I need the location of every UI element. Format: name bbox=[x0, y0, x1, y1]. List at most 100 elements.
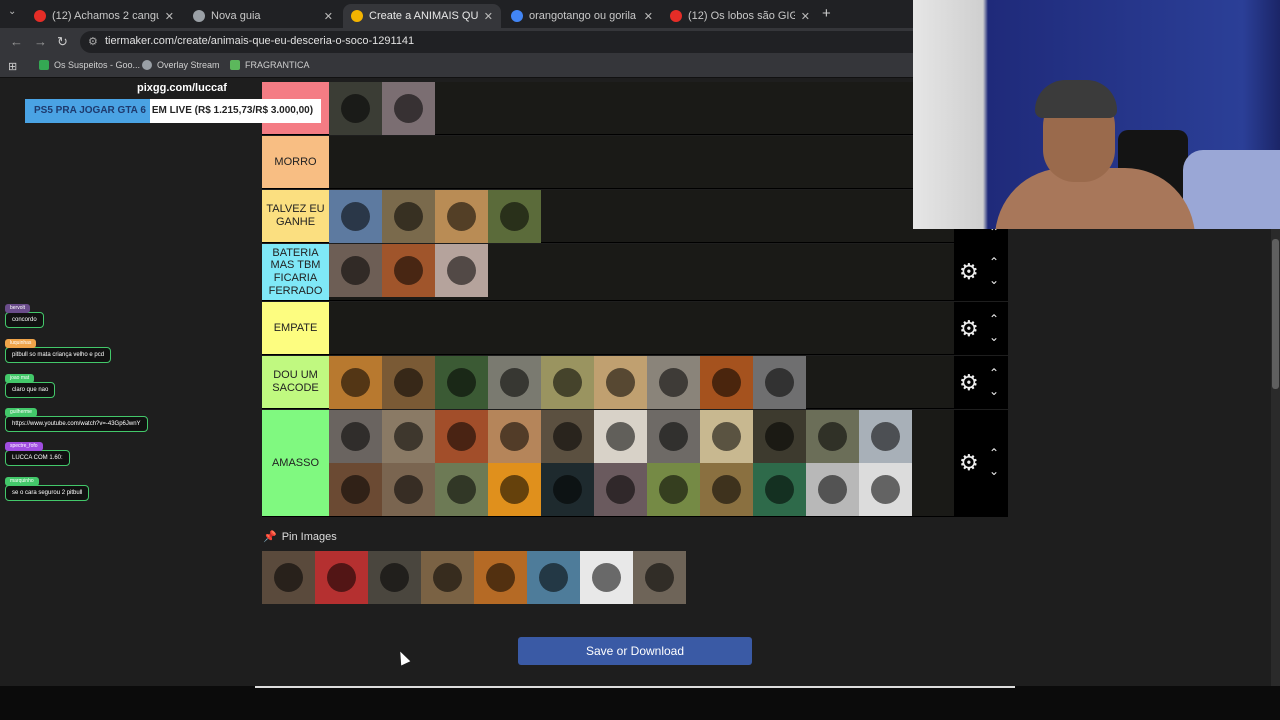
gear-icon[interactable]: ⚙ bbox=[959, 318, 979, 340]
ostrich-image[interactable] bbox=[329, 410, 382, 463]
forward-arrow-icon[interactable]: → bbox=[34, 34, 47, 49]
pin-images-heading: 📌 Pin Images bbox=[263, 530, 337, 544]
browser-tab[interactable]: (12) Achamos 2 cangurus brigando ✕ bbox=[26, 4, 182, 28]
emu-image[interactable] bbox=[382, 410, 435, 463]
white-duck-image[interactable] bbox=[859, 463, 912, 516]
tier-row: BATERIA MAS TBM FICARIA FERRADO bbox=[262, 244, 954, 301]
bookmark-overlay-stream[interactable]: Overlay Stream bbox=[142, 60, 220, 70]
elephant-image[interactable] bbox=[488, 356, 541, 409]
close-tab-icon[interactable]: ✕ bbox=[324, 10, 333, 23]
page-scrollbar[interactable] bbox=[1271, 229, 1280, 686]
browser-tab[interactable]: (12) Os lobos são GIGANTES? | ✕ bbox=[662, 4, 818, 28]
tier-label[interactable]: BATERIA MAS TBM FICARIA FERRADO bbox=[262, 244, 329, 300]
close-tab-icon[interactable]: ✕ bbox=[801, 10, 810, 23]
tab-favicon-icon bbox=[34, 10, 46, 22]
browser-tab[interactable]: Create a ANIMAIS QUE EU DESCERIA ✕ bbox=[343, 4, 501, 28]
drive-icon bbox=[39, 60, 49, 70]
apps-grid-icon[interactable]: ⊞ bbox=[8, 60, 17, 73]
hare-image[interactable] bbox=[382, 463, 435, 516]
turkey-image[interactable] bbox=[594, 463, 647, 516]
goose-image[interactable] bbox=[594, 410, 647, 463]
move-up-icon[interactable]: ⌃ bbox=[989, 366, 999, 380]
buffalo-pinned-image[interactable] bbox=[368, 551, 421, 604]
chat-message: guilherme https://www.youtube.com/watch?v… bbox=[5, 400, 148, 432]
reload-icon[interactable]: ↻ bbox=[57, 34, 68, 50]
tier-label[interactable]: TALVEZ EU GANHE bbox=[262, 190, 329, 242]
chat-text: claro que nao bbox=[5, 382, 56, 398]
bookmark-fragrantica[interactable]: FRAGRANTICA bbox=[230, 60, 310, 70]
moose-image[interactable] bbox=[382, 190, 435, 243]
tier-label[interactable]: MORRO bbox=[262, 136, 329, 188]
close-tab-icon[interactable]: ✕ bbox=[484, 10, 493, 23]
site-info-icon[interactable]: ⚙ bbox=[88, 35, 98, 48]
grizzly-pinned-image[interactable] bbox=[633, 551, 686, 604]
rottweiler-image[interactable] bbox=[753, 410, 806, 463]
duck-image[interactable] bbox=[435, 463, 488, 516]
gear-icon[interactable]: ⚙ bbox=[959, 372, 979, 394]
seal-image[interactable] bbox=[541, 410, 594, 463]
husky-image[interactable] bbox=[859, 410, 912, 463]
gear-icon[interactable]: ⚙ bbox=[959, 261, 979, 283]
owl-image[interactable] bbox=[647, 356, 700, 409]
bird-image[interactable] bbox=[647, 463, 700, 516]
panther-image[interactable] bbox=[541, 463, 594, 516]
leopard-image[interactable] bbox=[594, 356, 647, 409]
image-subject bbox=[327, 563, 356, 592]
red-elephant-pinned-image[interactable] bbox=[315, 551, 368, 604]
snake-image[interactable] bbox=[435, 356, 488, 409]
shark-pinned-image[interactable] bbox=[527, 551, 580, 604]
beaver-image[interactable] bbox=[329, 463, 382, 516]
scrollbar-thumb[interactable] bbox=[1272, 239, 1279, 389]
browser-tab[interactable]: Nova guia ✕ bbox=[185, 4, 341, 28]
panda-pinned-image[interactable] bbox=[580, 551, 633, 604]
move-up-icon[interactable]: ⌃ bbox=[989, 446, 999, 460]
tier-controls-empate: ⚙ ⌃ ⌄ bbox=[954, 302, 1008, 355]
tier-label[interactable]: EMPATE bbox=[262, 302, 329, 354]
tier-label[interactable]: AMASSO bbox=[262, 410, 329, 516]
hippo-image[interactable] bbox=[382, 82, 435, 135]
gear-icon[interactable]: ⚙ bbox=[959, 452, 979, 474]
eagle-image[interactable] bbox=[329, 190, 382, 243]
kangaroo-image[interactable] bbox=[329, 356, 382, 409]
jaguar-image[interactable] bbox=[700, 463, 753, 516]
termite-mound-image[interactable] bbox=[435, 410, 488, 463]
chat-text: pitbull so mata criança velho e pcd bbox=[5, 347, 112, 363]
raccoon-image[interactable] bbox=[647, 410, 700, 463]
move-up-icon[interactable]: ⌃ bbox=[989, 255, 999, 269]
webcam-cap bbox=[1035, 80, 1117, 118]
close-tab-icon[interactable]: ✕ bbox=[165, 10, 174, 23]
new-tab-plus-icon[interactable]: + bbox=[822, 5, 831, 22]
tamarin-image[interactable] bbox=[488, 463, 541, 516]
lion-image[interactable] bbox=[700, 356, 753, 409]
horse-pinned-image[interactable] bbox=[262, 551, 315, 604]
move-down-icon[interactable]: ⌄ bbox=[989, 384, 999, 398]
back-arrow-icon[interactable]: ← bbox=[10, 34, 23, 49]
chimpanzee-image[interactable] bbox=[329, 244, 382, 297]
save-or-download-button[interactable]: Save or Download bbox=[518, 637, 752, 665]
cheetah-image[interactable] bbox=[541, 356, 594, 409]
pitbull-image[interactable] bbox=[435, 244, 488, 297]
move-down-icon[interactable]: ⌄ bbox=[989, 464, 999, 478]
bison-pinned-image[interactable] bbox=[421, 551, 474, 604]
move-down-icon[interactable]: ⌄ bbox=[989, 273, 999, 287]
close-tab-icon[interactable]: ✕ bbox=[644, 10, 653, 23]
deer-image[interactable] bbox=[382, 356, 435, 409]
bookmark-os-suspeitos[interactable]: Os Suspeitos - Goo... bbox=[39, 60, 140, 70]
url-text: tiermaker.com/create/animais-que-eu-desc… bbox=[105, 35, 415, 47]
tiger-pinned-image[interactable] bbox=[474, 551, 527, 604]
peacock-image[interactable] bbox=[753, 463, 806, 516]
crocodile-image[interactable] bbox=[488, 190, 541, 243]
giraffe-image[interactable] bbox=[435, 190, 488, 243]
wolf-image[interactable] bbox=[753, 356, 806, 409]
hyena-image[interactable] bbox=[700, 410, 753, 463]
tier-label[interactable]: DOU UM SACODE bbox=[262, 356, 329, 408]
penguin-image[interactable] bbox=[806, 463, 859, 516]
caracal-image[interactable] bbox=[488, 410, 541, 463]
gorilla-image[interactable] bbox=[329, 82, 382, 135]
tab-search-chevron-icon[interactable]: ⌄ bbox=[8, 6, 16, 17]
move-up-icon[interactable]: ⌃ bbox=[989, 312, 999, 326]
warthog-image[interactable] bbox=[806, 410, 859, 463]
browser-tab[interactable]: orangotango ou gorila - Pesquisa ✕ bbox=[503, 4, 661, 28]
orangutan-image[interactable] bbox=[382, 244, 435, 297]
move-down-icon[interactable]: ⌄ bbox=[989, 330, 999, 344]
